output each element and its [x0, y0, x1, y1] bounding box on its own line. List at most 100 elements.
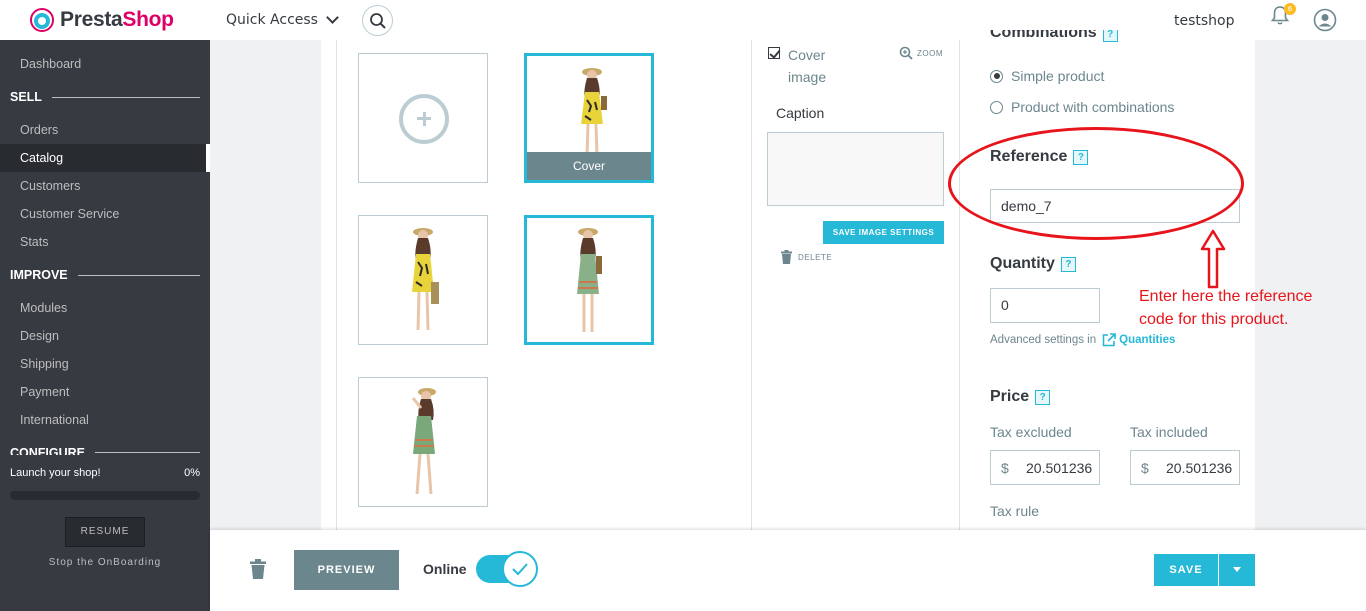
- save-image-settings-button[interactable]: SAVE IMAGE SETTINGS: [823, 221, 944, 244]
- column-divider: [959, 40, 960, 530]
- employee-menu-button[interactable]: [1313, 8, 1337, 32]
- tax-included-label: Tax included: [1130, 424, 1208, 440]
- logo-text-presta: Presta: [60, 8, 123, 31]
- tax-excluded-label: Tax excluded: [990, 424, 1072, 440]
- price-tax-excluded-input[interactable]: $ 20.501236: [990, 450, 1100, 485]
- section-divider: [77, 274, 200, 276]
- launch-shop-row: Launch your shop! 0%: [10, 467, 200, 479]
- logo-text-shop: Shop: [122, 8, 174, 31]
- sidebar-item-catalog[interactable]: Catalog: [0, 144, 210, 172]
- price-tax-excluded-value: 20.501236: [1026, 460, 1093, 476]
- quantities-link[interactable]: Quantities: [1102, 333, 1175, 347]
- add-image-dropzone[interactable]: [358, 53, 488, 183]
- sidebar-item-stats[interactable]: Stats: [0, 228, 210, 256]
- delete-image-button[interactable]: DELETE: [781, 250, 832, 264]
- notification-badge: 6: [1284, 3, 1296, 15]
- sidebar-item-customer-service[interactable]: Customer Service: [0, 200, 210, 228]
- save-button[interactable]: SAVE: [1154, 554, 1218, 586]
- cover-badge: Cover: [527, 152, 651, 180]
- external-link-icon: [1102, 333, 1116, 347]
- price-tax-included-input[interactable]: $ 20.501236: [1130, 450, 1240, 485]
- quantity-title: Quantity ?: [990, 255, 1076, 273]
- launch-shop-label: Launch your shop!: [10, 467, 101, 479]
- quantities-link-text: Quantities: [1119, 334, 1176, 346]
- online-label: Online: [423, 561, 467, 577]
- product-with-combinations-option[interactable]: Product with combinations: [990, 99, 1174, 115]
- annotation-text: Enter here the reference code for this p…: [1139, 288, 1313, 328]
- product-photo-yellow-dress: [581, 68, 607, 157]
- shop-name-link[interactable]: testshop: [1174, 13, 1235, 29]
- section-divider: [51, 96, 200, 98]
- caption-textarea[interactable]: [767, 132, 944, 206]
- product-image-thumbnail[interactable]: [358, 215, 488, 345]
- quantity-input[interactable]: 0: [990, 288, 1100, 323]
- annotation-ellipse: [948, 127, 1244, 240]
- sidebar-section-sell: SELL: [10, 90, 200, 104]
- currency-symbol: $: [1141, 460, 1149, 476]
- sidebar: Dashboard SELL Orders Catalog Customers …: [0, 40, 210, 611]
- user-avatar-icon: [1313, 8, 1337, 32]
- section-label: IMPROVE: [10, 268, 68, 282]
- help-icon[interactable]: ?: [1035, 389, 1051, 405]
- sidebar-item-customers[interactable]: Customers: [0, 172, 210, 200]
- product-photo-green-dress: [411, 388, 436, 495]
- sidebar-item-dashboard[interactable]: Dashboard: [0, 50, 210, 78]
- section-label: SELL: [10, 90, 42, 104]
- add-image-icon: [399, 94, 449, 144]
- product-image-thumbnail[interactable]: [524, 215, 654, 345]
- sidebar-section-improve: IMPROVE: [10, 268, 200, 282]
- resume-onboarding-button[interactable]: RESUME: [65, 517, 145, 547]
- delete-product-button[interactable]: [250, 559, 266, 583]
- sidebar-item-payment[interactable]: Payment: [0, 378, 210, 406]
- sidebar-item-shipping[interactable]: Shipping: [0, 350, 210, 378]
- zoom-label: ZOOM: [917, 48, 943, 58]
- cover-image-label: Cover image: [788, 47, 827, 85]
- save-options-dropdown[interactable]: [1219, 554, 1255, 586]
- zoom-icon: [899, 46, 913, 60]
- cover-image-checkbox[interactable]: [768, 47, 780, 59]
- radio-button[interactable]: [990, 100, 1003, 114]
- product-image-thumbnail[interactable]: [358, 377, 488, 507]
- annotation-up-arrow-icon: [1200, 229, 1226, 289]
- product-with-combinations-label: Product with combinations: [1011, 99, 1175, 115]
- product-image-thumbnail[interactable]: Cover: [524, 53, 654, 183]
- online-toggle-knob[interactable]: [502, 551, 538, 587]
- tax-rule-label: Tax rule: [990, 503, 1040, 519]
- help-icon[interactable]: ?: [1060, 256, 1076, 272]
- product-photo-yellow-dress: [412, 228, 439, 331]
- quick-access-label: Quick Access: [226, 12, 318, 28]
- sidebar-item-international[interactable]: International: [0, 406, 210, 434]
- trash-icon: [781, 250, 792, 264]
- combinations-title-text: Combinations: [990, 30, 1097, 41]
- simple-product-option[interactable]: Simple product: [990, 68, 1104, 84]
- top-header: PrestaShop Quick Access testshop 6: [0, 0, 1366, 40]
- price-title-text: Price: [990, 388, 1030, 405]
- delete-label: DELETE: [798, 252, 833, 262]
- help-icon[interactable]: ?: [1102, 30, 1118, 42]
- quick-access-dropdown[interactable]: Quick Access: [226, 11, 339, 28]
- zoom-button[interactable]: ZOOM: [899, 46, 943, 60]
- price-title: Price ?: [990, 388, 1051, 406]
- onboarding-progress-bar: [10, 491, 200, 500]
- prestashop-logo[interactable]: PrestaShop: [30, 8, 174, 32]
- trash-icon: [250, 559, 266, 579]
- stop-onboarding-link[interactable]: Stop the OnBoarding: [0, 557, 210, 568]
- chevron-down-icon: [326, 11, 339, 24]
- advanced-settings-row: Advanced settings in Quantities: [990, 333, 1175, 347]
- sidebar-section-configure: CONFIGURE: [10, 446, 200, 455]
- advanced-settings-label: Advanced settings in: [990, 334, 1097, 346]
- search-button[interactable]: [362, 5, 393, 36]
- simple-product-label: Simple product: [1011, 68, 1105, 84]
- sidebar-item-orders[interactable]: Orders: [0, 116, 210, 144]
- check-icon: [512, 563, 528, 576]
- sidebar-item-design[interactable]: Design: [0, 322, 210, 350]
- preview-button[interactable]: PREVIEW: [294, 550, 399, 590]
- radio-button[interactable]: [990, 69, 1003, 83]
- product-photo-green-dress: [577, 228, 602, 332]
- sidebar-item-modules[interactable]: Modules: [0, 294, 210, 322]
- price-tax-included-value: 20.501236: [1166, 460, 1233, 476]
- caption-label: Caption: [776, 105, 825, 121]
- launch-shop-percent: 0%: [184, 467, 200, 479]
- combinations-title: Combinations ?: [990, 30, 1118, 42]
- search-icon: [369, 12, 386, 29]
